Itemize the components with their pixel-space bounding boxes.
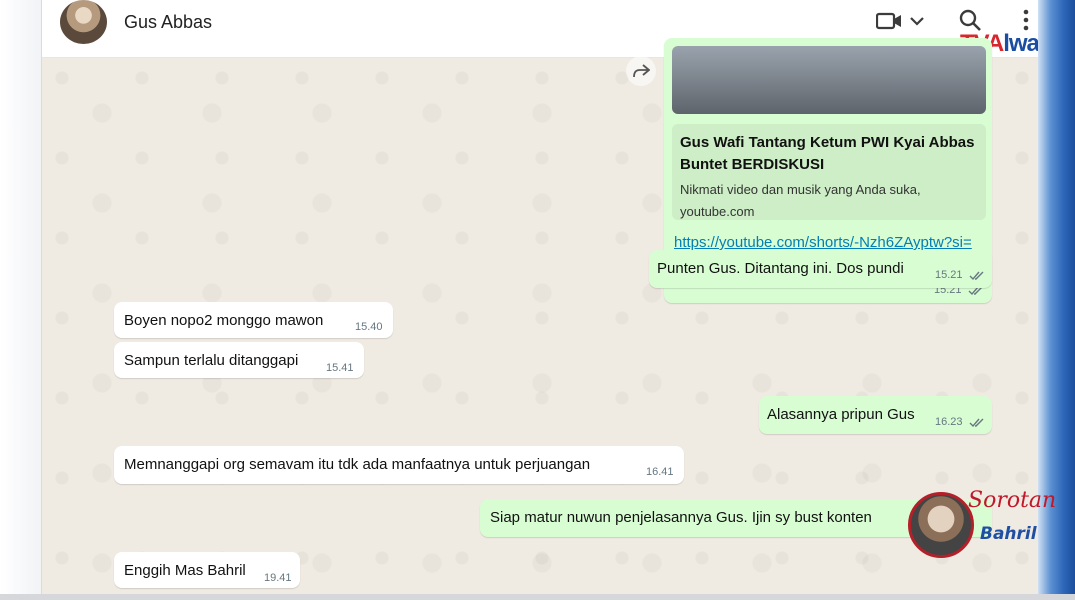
message-bubble[interactable]: Enggih Mas Bahril 19.41 — [114, 552, 300, 588]
program-watermark: Sorotan Bahril — [908, 488, 1068, 563]
more-vert-icon[interactable] — [1022, 8, 1030, 32]
message-text: Alasannya pripun Gus — [767, 406, 915, 423]
message-time: 15.40 — [355, 321, 383, 333]
message-text: Enggih Mas Bahril — [124, 562, 246, 579]
search-icon[interactable] — [958, 8, 982, 32]
message-text: Boyen nopo2 monggo mawon — [124, 312, 324, 329]
message-text: Memnanggapi org semavam itu tdk ada manf… — [124, 456, 591, 473]
tv-logo-blue: lwaha — [1003, 30, 1038, 57]
forward-button[interactable] — [626, 56, 656, 86]
contact-avatar[interactable] — [60, 0, 107, 44]
horizontal-scrollbar[interactable] — [0, 594, 1075, 600]
message-time: 19.41 — [264, 572, 292, 584]
message-text: Punten Gus. Ditantang ini. Dos pundi — [657, 260, 904, 277]
message-bubble[interactable]: Alasannya pripun Gus 16.23 — [759, 396, 992, 434]
video-thumbnail[interactable] — [672, 46, 986, 114]
program-title: Sorotan — [968, 488, 1057, 513]
forward-icon — [633, 64, 650, 78]
chevron-down-icon[interactable] — [908, 12, 926, 30]
message-time: 16.23 — [935, 416, 963, 428]
link-preview-title: Gus Wafi Tantang Ketum PWI Kyai Abbas Bu… — [680, 134, 975, 173]
chat-window: Gus Abbas TVAlwaha — [42, 0, 1038, 600]
message-bubble[interactable]: Boyen nopo2 monggo mawon 15.40 — [114, 302, 393, 338]
message-bubble[interactable]: Sampun terlalu ditanggapi 15.41 — [114, 342, 364, 378]
video-call-icon[interactable] — [876, 12, 902, 30]
link-preview-card[interactable]: Gus Wafi Tantang Ketum PWI Kyai Abbas Bu… — [672, 124, 986, 220]
read-receipt-icon — [969, 271, 984, 281]
message-text: Siap matur nuwun penjelasannya Gus. Ijin… — [490, 509, 872, 526]
message-bubble[interactable]: Memnanggapi org semavam itu tdk ada manf… — [114, 446, 684, 484]
message-text: Sampun terlalu ditanggapi — [124, 352, 299, 369]
message-list[interactable]: Gus Wafi Tantang Ketum PWI Kyai Abbas Bu… — [42, 38, 1038, 600]
presenter-photo — [908, 492, 974, 558]
left-gutter — [0, 0, 42, 600]
read-receipt-icon — [969, 418, 984, 428]
link-preview-description: Nikmati video dan musik yang Anda suka, … — [680, 182, 921, 219]
message-time: 15.21 — [935, 269, 963, 281]
presenter-name: Bahril — [980, 524, 1037, 544]
message-time: 15.41 — [326, 362, 354, 374]
contact-name[interactable]: Gus Abbas — [124, 12, 212, 33]
message-time: 16.41 — [646, 466, 674, 478]
message-bubble[interactable]: Punten Gus. Ditantang ini. Dos pundi 15.… — [649, 250, 992, 288]
